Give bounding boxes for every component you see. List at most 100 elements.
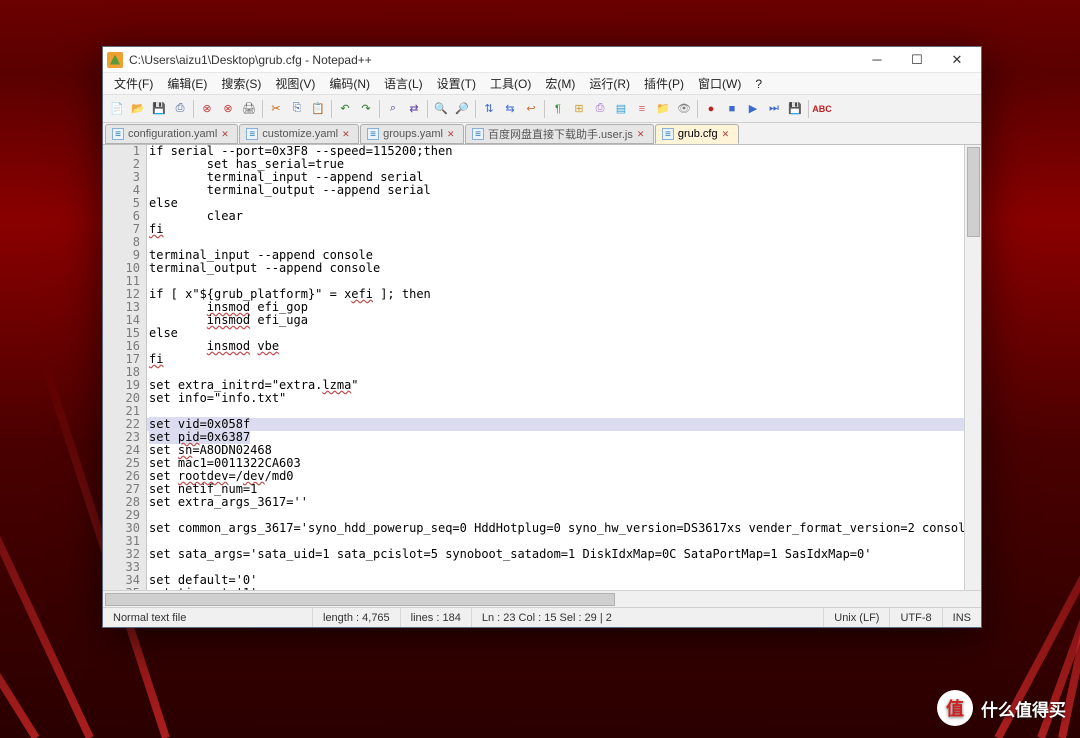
status-ins: INS xyxy=(943,608,981,627)
code-line[interactable]: clear xyxy=(147,210,981,223)
show-all-chars-icon[interactable]: ¶ xyxy=(548,99,568,119)
menu-item[interactable]: 窗口(W) xyxy=(691,73,748,94)
new-file-icon[interactable]: 📄 xyxy=(107,99,127,119)
window-title: C:\Users\aizu1\Desktop\grub.cfg - Notepa… xyxy=(129,53,857,67)
status-length: length : 4,765 xyxy=(313,608,401,627)
menu-item[interactable]: 文件(F) xyxy=(107,73,160,94)
menu-item[interactable]: 语言(L) xyxy=(377,73,430,94)
menu-item[interactable]: 工具(O) xyxy=(483,73,538,94)
zoom-in-icon[interactable]: 🔍 xyxy=(431,99,451,119)
tab-label: 百度网盘直接下载助手.user.js xyxy=(488,126,633,142)
code-line[interactable]: set extra_args_3617='' xyxy=(147,496,981,509)
watermark: 值 什么值得买 xyxy=(937,690,1066,726)
code-line[interactable]: set timeout='1' xyxy=(147,587,981,590)
stop-macro-icon[interactable]: ■ xyxy=(722,99,742,119)
save-macro-icon[interactable]: 💾 xyxy=(785,99,805,119)
play-multi-icon[interactable]: ⏭ xyxy=(764,99,784,119)
code-line[interactable]: terminal_output --append console xyxy=(147,262,981,275)
tab-close-icon[interactable]: ✕ xyxy=(221,129,231,139)
indent-guide-icon[interactable]: ⊞ xyxy=(569,99,589,119)
code-text[interactable]: if serial --port=0x3F8 --speed=115200;th… xyxy=(147,145,981,590)
file-icon: ≡ xyxy=(367,128,379,140)
tab[interactable]: ≡ groups.yaml ✕ xyxy=(360,124,464,144)
tab[interactable]: ≡customize.yaml✕ xyxy=(239,124,359,144)
close-button[interactable]: ✕ xyxy=(937,49,977,71)
tab-label: groups.yaml xyxy=(383,128,443,140)
tab[interactable]: ≡ grub.cfg ✕ xyxy=(655,124,739,144)
wrap-icon[interactable]: ↩ xyxy=(521,99,541,119)
menu-item[interactable]: 插件(P) xyxy=(637,73,691,94)
maximize-button[interactable]: ☐ xyxy=(897,49,937,71)
tab[interactable]: ≡ 百度网盘直接下载助手.user.js ✕ xyxy=(465,124,654,144)
open-file-icon[interactable]: 📂 xyxy=(128,99,148,119)
code-line[interactable]: set pid=0x6387 xyxy=(147,431,981,444)
menu-item[interactable]: ? xyxy=(748,75,769,93)
editor-area[interactable]: 1234567891011121314151617181920212223242… xyxy=(103,145,981,590)
find-icon[interactable]: ⌕ xyxy=(383,99,403,119)
print-icon[interactable]: 🖨 xyxy=(239,99,259,119)
horizontal-scrollbar[interactable] xyxy=(103,590,981,607)
record-macro-icon[interactable]: ● xyxy=(701,99,721,119)
file-icon: ≡ xyxy=(662,128,674,140)
play-macro-icon[interactable]: ▶ xyxy=(743,99,763,119)
file-icon: ≡ xyxy=(472,128,484,140)
code-line[interactable] xyxy=(147,405,981,418)
spellcheck-icon[interactable]: ABC xyxy=(812,99,832,119)
code-line[interactable]: set default='0' xyxy=(147,574,981,587)
save-icon[interactable]: 💾 xyxy=(149,99,169,119)
folder-workspace-icon[interactable]: 📁 xyxy=(653,99,673,119)
monitor-icon[interactable]: 👁 xyxy=(674,99,694,119)
undo-icon[interactable]: ↶ xyxy=(335,99,355,119)
menu-item[interactable]: 运行(R) xyxy=(582,73,637,94)
code-line[interactable]: fi xyxy=(147,353,981,366)
replace-icon[interactable]: ⇄ xyxy=(404,99,424,119)
line-gutter: 1234567891011121314151617181920212223242… xyxy=(103,145,147,590)
tab-close-icon[interactable]: ✕ xyxy=(447,129,457,139)
lang-udl-icon[interactable]: ⎙ xyxy=(590,99,610,119)
vertical-scrollbar[interactable] xyxy=(964,145,981,590)
code-line[interactable]: set sata_args='sata_uid=1 sata_pcislot=5… xyxy=(147,548,981,561)
tab-close-icon[interactable]: ✕ xyxy=(342,129,352,139)
minimize-button[interactable]: ─ xyxy=(857,49,897,71)
code-line[interactable]: set info="info.txt" xyxy=(147,392,981,405)
tab-label: customize.yaml xyxy=(262,128,338,140)
menu-item[interactable]: 宏(M) xyxy=(538,73,582,94)
code-line[interactable]: else xyxy=(147,197,981,210)
doc-map-icon[interactable]: ▤ xyxy=(611,99,631,119)
status-enc: UTF-8 xyxy=(890,608,942,627)
cut-icon[interactable]: ✂ xyxy=(266,99,286,119)
menu-item[interactable]: 设置(T) xyxy=(430,73,483,94)
close-file-icon[interactable]: ⊗ xyxy=(197,99,217,119)
titlebar[interactable]: C:\Users\aizu1\Desktop\grub.cfg - Notepa… xyxy=(103,47,981,73)
menu-item[interactable]: 视图(V) xyxy=(268,73,322,94)
menu-item[interactable]: 编辑(E) xyxy=(160,73,214,94)
status-lang: Normal text file xyxy=(103,608,313,627)
code-line[interactable]: set common_args_3617='syno_hdd_powerup_s… xyxy=(147,522,981,535)
sync-v-icon[interactable]: ⇅ xyxy=(479,99,499,119)
paste-icon[interactable]: 📋 xyxy=(308,99,328,119)
menu-item[interactable]: 搜索(S) xyxy=(214,73,268,94)
copy-icon[interactable]: ⎘ xyxy=(287,99,307,119)
tab-label: configuration.yaml xyxy=(128,128,217,140)
tab-label: grub.cfg xyxy=(678,128,718,140)
redo-icon[interactable]: ↷ xyxy=(356,99,376,119)
status-pos: Ln : 23 Col : 15 Sel : 29 | 2 xyxy=(472,608,824,627)
close-all-icon[interactable]: ⊗ xyxy=(218,99,238,119)
code-line[interactable]: set vid=0x058f xyxy=(147,418,981,431)
watermark-logo-icon: 值 xyxy=(937,690,973,726)
zoom-out-icon[interactable]: 🔎 xyxy=(452,99,472,119)
code-line[interactable]: fi xyxy=(147,223,981,236)
app-icon xyxy=(107,52,123,68)
code-line[interactable]: insmod efi_uga xyxy=(147,314,981,327)
code-line[interactable]: terminal_output --append serial xyxy=(147,184,981,197)
save-all-icon[interactable]: ⎙ xyxy=(170,99,190,119)
tab[interactable]: ≡configuration.yaml✕ xyxy=(105,124,238,144)
sync-h-icon[interactable]: ⇆ xyxy=(500,99,520,119)
code-line[interactable]: insmod vbe xyxy=(147,340,981,353)
code-line[interactable] xyxy=(147,561,981,574)
tab-close-icon[interactable]: ✕ xyxy=(722,129,732,139)
func-list-icon[interactable]: ≡ xyxy=(632,99,652,119)
tab-close-icon[interactable]: ✕ xyxy=(637,129,647,139)
code-line[interactable]: set rootdev=/dev/md0 xyxy=(147,470,981,483)
menu-item[interactable]: 编码(N) xyxy=(322,73,377,94)
